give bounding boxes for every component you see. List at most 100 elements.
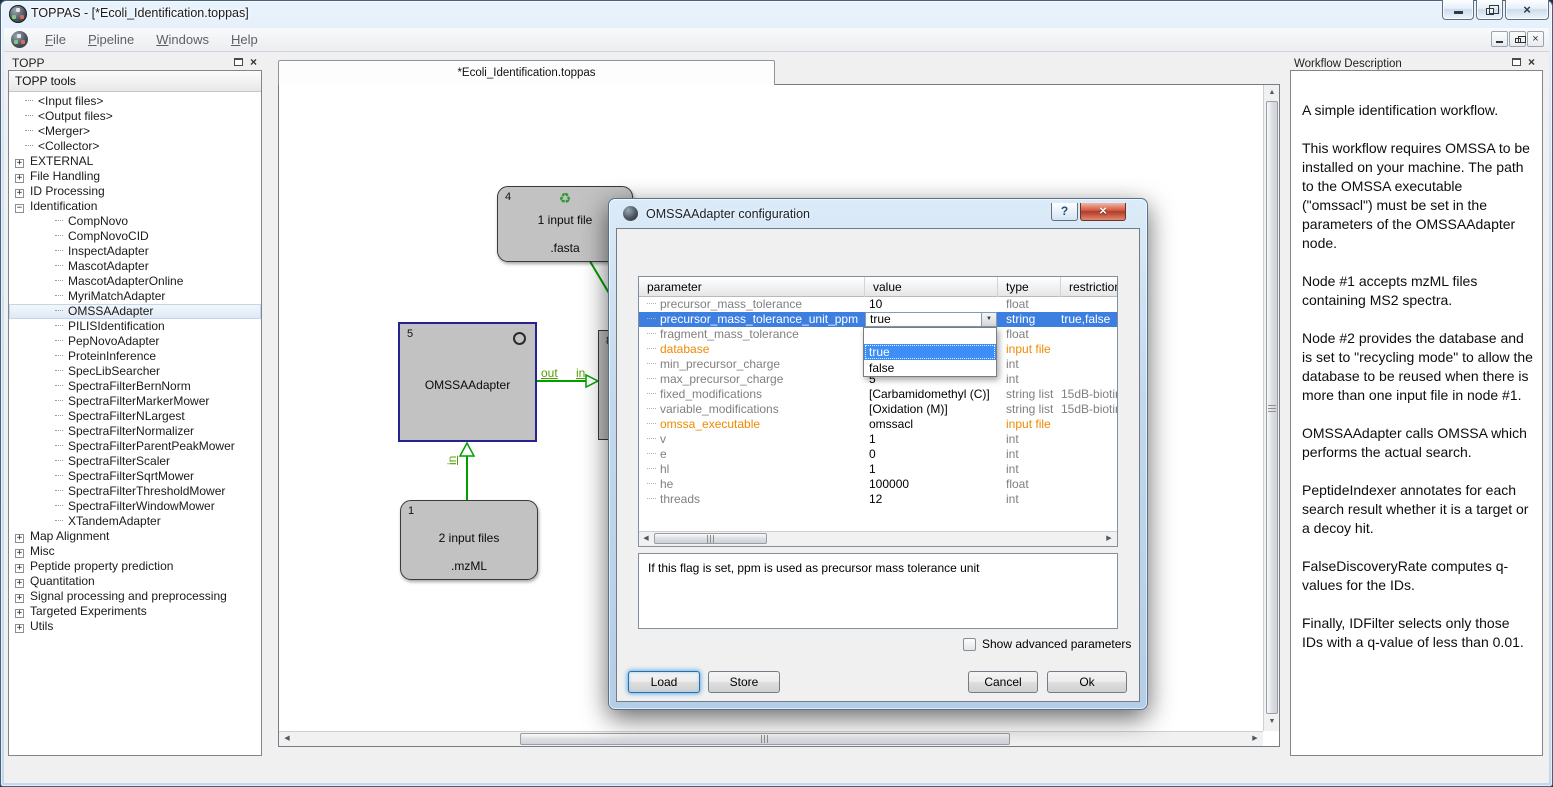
tree-item-omssaadapter[interactable]: OMSSAAdapter bbox=[9, 304, 261, 319]
tree-item-collector[interactable]: <Collector> bbox=[9, 139, 261, 154]
document-icon[interactable] bbox=[11, 31, 28, 48]
mdi-close-button[interactable]: × bbox=[1527, 31, 1544, 47]
column-header-restrictions[interactable]: restrictions bbox=[1061, 277, 1117, 297]
param-row-hl[interactable]: hl1int bbox=[639, 462, 1117, 477]
tree-item-quantitation[interactable]: +Quantitation bbox=[9, 574, 261, 589]
node-1-input-mzml[interactable]: 1 2 input files .mzML bbox=[400, 500, 538, 580]
tree-item-file-handling[interactable]: +File Handling bbox=[9, 169, 261, 184]
expand-icon[interactable]: + bbox=[15, 189, 24, 198]
minimize-button[interactable] bbox=[1442, 0, 1474, 20]
expand-icon[interactable]: + bbox=[15, 174, 24, 183]
tree-item-pepnovoadapter[interactable]: PepNovoAdapter bbox=[9, 334, 261, 349]
node-5-omssaadapter[interactable]: 5 OMSSAAdapter bbox=[398, 322, 537, 442]
load-button[interactable]: Load bbox=[628, 671, 700, 693]
scroll-down-icon[interactable]: ▼ bbox=[1265, 715, 1279, 729]
canvas-horizontal-scrollbar[interactable]: ◀ ▶ bbox=[279, 731, 1263, 746]
canvas-vertical-scrollbar[interactable]: ▲ ▼ bbox=[1263, 85, 1279, 731]
tree-item-spectrafilterwindowmower[interactable]: SpectraFilterWindowMower bbox=[9, 499, 261, 514]
param-row-omssa-executable[interactable]: omssa_executableomssaclinput file bbox=[639, 417, 1117, 432]
column-header-type[interactable]: type bbox=[998, 277, 1061, 297]
tree-item-spectrafiltersqrtmower[interactable]: SpectraFilterSqrtMower bbox=[9, 469, 261, 484]
tree-item-spectrafilterparentpeakmower[interactable]: SpectraFilterParentPeakMower bbox=[9, 439, 261, 454]
tree-item-signal-processing-and-preprocessing[interactable]: +Signal processing and preprocessing bbox=[9, 589, 261, 604]
parameter-table[interactable]: parameter value type restrictions precur… bbox=[638, 276, 1118, 547]
help-button[interactable]: ? bbox=[1051, 203, 1078, 221]
menu-windows[interactable]: Windows bbox=[145, 28, 220, 52]
expand-icon[interactable]: + bbox=[15, 624, 24, 633]
value-combobox[interactable]: true▼ bbox=[865, 312, 997, 327]
tree-item-external[interactable]: +EXTERNAL bbox=[9, 154, 261, 169]
table-horizontal-scrollbar[interactable]: ◀ ▶ bbox=[639, 531, 1117, 546]
scroll-up-icon[interactable]: ▲ bbox=[1265, 86, 1279, 100]
tree-item-spectrafilterthresholdmower[interactable]: SpectraFilterThresholdMower bbox=[9, 484, 261, 499]
param-row-precursor-mass-tolerance-unit-ppm[interactable]: precursor_mass_tolerance_unit_ppmtrue▼st… bbox=[639, 312, 1117, 327]
scrollbar-thumb[interactable] bbox=[1266, 101, 1278, 714]
tree-item-output-files[interactable]: <Output files> bbox=[9, 109, 261, 124]
tree-item-merger[interactable]: <Merger> bbox=[9, 124, 261, 139]
scroll-left-icon[interactable]: ◀ bbox=[639, 532, 653, 546]
ok-button[interactable]: Ok bbox=[1047, 671, 1127, 693]
param-row-e[interactable]: e0int bbox=[639, 447, 1117, 462]
tree-item-spectrafilterscaler[interactable]: SpectraFilterScaler bbox=[9, 454, 261, 469]
tree-item-spectrafiltermarkermower[interactable]: SpectraFilterMarkerMower bbox=[9, 394, 261, 409]
cancel-button[interactable]: Cancel bbox=[968, 671, 1038, 693]
tree-item-utils[interactable]: +Utils bbox=[9, 619, 261, 634]
close-button[interactable]: × bbox=[1505, 0, 1549, 20]
tree-item-spectrafilterbernnorm[interactable]: SpectraFilterBernNorm bbox=[9, 379, 261, 394]
column-header-value[interactable]: value bbox=[865, 277, 998, 297]
expand-icon[interactable]: + bbox=[15, 549, 24, 558]
tree-item-proteininference[interactable]: ProteinInference bbox=[9, 349, 261, 364]
expand-icon[interactable]: + bbox=[15, 609, 24, 618]
tree-item-id-processing[interactable]: +ID Processing bbox=[9, 184, 261, 199]
combo-option-true[interactable]: true bbox=[864, 344, 996, 360]
dialog-close-button[interactable]: × bbox=[1080, 203, 1126, 221]
param-row-v[interactable]: v1int bbox=[639, 432, 1117, 447]
tree-item-spectrafilternormalizer[interactable]: SpectraFilterNormalizer bbox=[9, 424, 261, 439]
workflow-description-text[interactable]: A simple identification workflow.This wo… bbox=[1302, 101, 1534, 747]
tree-item-map-alignment[interactable]: +Map Alignment bbox=[9, 529, 261, 544]
float-icon[interactable] bbox=[1512, 58, 1521, 66]
scroll-right-icon[interactable]: ▶ bbox=[1248, 732, 1262, 746]
mdi-restore-button[interactable] bbox=[1509, 31, 1526, 47]
param-row-precursor-mass-tolerance[interactable]: precursor_mass_tolerance10float bbox=[639, 297, 1117, 312]
close-icon[interactable]: × bbox=[250, 57, 257, 67]
tree-item-input-files[interactable]: <Input files> bbox=[9, 94, 261, 109]
tree-item-targeted-experiments[interactable]: +Targeted Experiments bbox=[9, 604, 261, 619]
scroll-left-icon[interactable]: ◀ bbox=[280, 732, 294, 746]
scrollbar-thumb[interactable] bbox=[654, 533, 767, 544]
workflow-description-panel[interactable]: A simple identification workflow.This wo… bbox=[1290, 70, 1543, 756]
tab-ecoli-identification[interactable]: *Ecoli_Identification.toppas bbox=[278, 60, 775, 85]
window-titlebar[interactable]: TOPPAS - [*Ecoli_Identification.toppas] … bbox=[0, 0, 1553, 28]
combo-option-blank[interactable] bbox=[864, 328, 996, 344]
tree-item-compnovo[interactable]: CompNovo bbox=[9, 214, 261, 229]
menu-help[interactable]: Help bbox=[220, 28, 269, 52]
expand-icon[interactable]: + bbox=[15, 579, 24, 588]
param-row-he[interactable]: he100000float bbox=[639, 477, 1117, 492]
param-row-variable-modifications[interactable]: variable_modifications[Oxidation (M)]str… bbox=[639, 402, 1117, 417]
show-advanced-checkbox[interactable] bbox=[963, 638, 976, 651]
scrollbar-thumb[interactable] bbox=[520, 733, 1010, 745]
tree-item-mascotadapteronline[interactable]: MascotAdapterOnline bbox=[9, 274, 261, 289]
expand-icon[interactable]: + bbox=[15, 534, 24, 543]
menu-pipeline[interactable]: Pipeline bbox=[77, 28, 145, 52]
tree-item-inspectadapter[interactable]: InspectAdapter bbox=[9, 244, 261, 259]
column-header-parameter[interactable]: parameter bbox=[639, 277, 865, 297]
menu-file[interactable]: File bbox=[34, 28, 77, 52]
chevron-down-icon[interactable]: ▼ bbox=[981, 313, 996, 326]
close-icon[interactable]: × bbox=[1528, 57, 1535, 67]
combo-option-false[interactable]: false bbox=[864, 360, 996, 376]
tree-item-identification[interactable]: −Identification bbox=[9, 199, 261, 214]
expand-icon[interactable]: + bbox=[15, 594, 24, 603]
tree-item-xtandemadapter[interactable]: XTandemAdapter bbox=[9, 514, 261, 529]
mdi-minimize-button[interactable] bbox=[1491, 31, 1508, 47]
tree-item-speclibsearcher[interactable]: SpecLibSearcher bbox=[9, 364, 261, 379]
tree-item-misc[interactable]: +Misc bbox=[9, 544, 261, 559]
tree-item-compnovocid[interactable]: CompNovoCID bbox=[9, 229, 261, 244]
collapse-icon[interactable]: − bbox=[15, 204, 24, 213]
tree-item-spectrafilternlargest[interactable]: SpectraFilterNLargest bbox=[9, 409, 261, 424]
tree-item-pilisidentification[interactable]: PILISIdentification bbox=[9, 319, 261, 334]
param-row-fixed-modifications[interactable]: fixed_modifications[Carbamidomethyl (C)]… bbox=[639, 387, 1117, 402]
store-button[interactable]: Store bbox=[708, 671, 780, 693]
expand-icon[interactable]: + bbox=[15, 159, 24, 168]
tree-item-peptide-property-prediction[interactable]: +Peptide property prediction bbox=[9, 559, 261, 574]
